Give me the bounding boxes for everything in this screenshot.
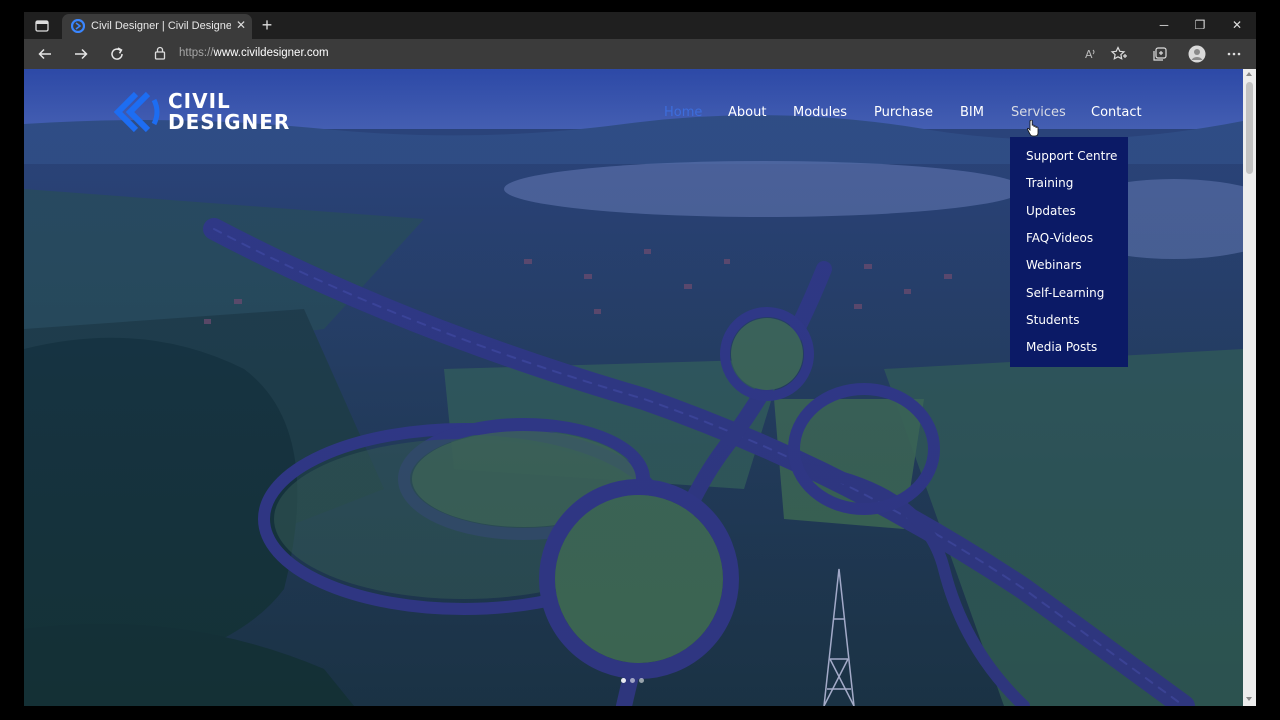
dropdown-item-webinars[interactable]: Webinars [1026, 258, 1082, 272]
scrollbar-thumb[interactable] [1246, 82, 1253, 174]
profile-avatar-icon[interactable] [1188, 45, 1206, 63]
nav-about[interactable]: About [728, 105, 766, 120]
star-add-icon[interactable] [1110, 45, 1128, 63]
nav-contact[interactable]: Contact [1091, 105, 1142, 120]
nav-purchase[interactable]: Purchase [874, 105, 933, 120]
logo-line-1: CIVIL [168, 89, 231, 113]
page-viewport: CIVIL DESIGNER Home About Modules Purcha… [24, 69, 1256, 706]
lock-icon[interactable] [153, 46, 167, 60]
hero-banner: CIVIL DESIGNER Home About Modules Purcha… [24, 69, 1243, 706]
dropdown-item-training[interactable]: Training [1026, 176, 1073, 190]
dropdown-item-students[interactable]: Students [1026, 313, 1080, 327]
back-arrow-icon[interactable] [36, 45, 54, 63]
scroll-down-arrow-icon[interactable] [1246, 697, 1252, 701]
browser-window: Civil Designer | Civil Designer civil en… [24, 12, 1256, 706]
tab-strip: Civil Designer | Civil Designer civil en… [24, 12, 1256, 39]
nav-services[interactable]: Services [1011, 105, 1066, 120]
tab-title: Civil Designer | Civil Designer civil en… [91, 20, 231, 32]
dropdown-item-media-posts[interactable]: Media Posts [1026, 340, 1097, 354]
civil-designer-favicon [70, 18, 86, 34]
dropdown-item-faq-videos[interactable]: FAQ-Videos [1026, 231, 1093, 245]
collections-icon[interactable] [1151, 45, 1169, 63]
site-logo[interactable]: CIVIL DESIGNER [110, 87, 290, 137]
page-scrollbar[interactable] [1243, 69, 1256, 706]
browser-toolbar: https://www.civildesigner.com A [24, 39, 1256, 69]
browser-tab[interactable]: Civil Designer | Civil Designer civil en… [62, 14, 252, 39]
url-host: www.civildesigner.com [213, 47, 329, 59]
nav-modules[interactable]: Modules [793, 105, 847, 120]
logo-line-2: DESIGNER [168, 110, 291, 134]
tab-actions-icon[interactable] [34, 18, 50, 34]
slider-dot[interactable] [630, 678, 635, 683]
slider-dot[interactable] [639, 678, 644, 683]
civil-designer-logo-icon [110, 90, 162, 134]
new-tab-button[interactable]: + [258, 16, 276, 34]
nav-home[interactable]: Home [664, 105, 702, 120]
forward-arrow-icon[interactable] [72, 45, 90, 63]
dropdown-item-support-centre[interactable]: Support Centre [1026, 149, 1117, 163]
minimize-icon[interactable]: ─ [1156, 17, 1172, 33]
url-scheme: https:// [179, 47, 214, 59]
maximize-icon[interactable]: ❐ [1192, 17, 1208, 33]
dropdown-item-updates[interactable]: Updates [1026, 204, 1076, 218]
nav-bim[interactable]: BIM [960, 105, 984, 120]
slider-dot[interactable] [621, 678, 626, 683]
services-dropdown: Support Centre Training Updates FAQ-Vide… [1010, 137, 1128, 367]
address-bar[interactable]: https://www.civildesigner.com [179, 47, 329, 59]
svg-text:A: A [1085, 48, 1093, 61]
more-dots-icon[interactable] [1225, 45, 1243, 63]
logo-wordmark: CIVIL DESIGNER [168, 91, 290, 133]
scroll-up-arrow-icon[interactable] [1246, 72, 1252, 76]
refresh-icon[interactable] [108, 45, 126, 63]
hand-cursor-icon [1026, 119, 1039, 138]
close-window-icon[interactable]: ✕ [1229, 17, 1245, 33]
read-aloud-icon[interactable]: A [1082, 45, 1100, 63]
close-icon[interactable]: ✕ [235, 19, 247, 31]
dropdown-item-self-learning[interactable]: Self-Learning [1026, 286, 1104, 300]
